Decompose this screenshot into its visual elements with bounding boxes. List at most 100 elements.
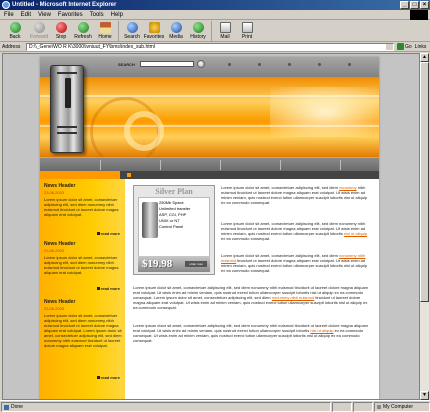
print-label: Print <box>241 34 253 40</box>
stop-button[interactable]: Stop <box>50 20 72 42</box>
window-title: Untitled - Microsoft Internet Explorer <box>12 2 117 8</box>
banner-glow <box>270 87 379 137</box>
site-search-label: SEARCH <box>118 62 135 67</box>
menu-favorites[interactable]: Favorites <box>58 12 83 18</box>
back-label: Back <box>9 34 21 40</box>
favorites-label: Favorites <box>143 34 165 40</box>
nav-separator <box>280 160 281 170</box>
maximize-button[interactable]: □ <box>410 1 419 9</box>
silver-plan-box: Silver Plan 250Mb Space Unlimited transf… <box>133 185 215 275</box>
refresh-icon <box>77 22 89 33</box>
browser-toolbar: Back Forward Stop Refresh Home Search Fa… <box>0 20 430 42</box>
window-controls: _ □ × <box>400 1 429 9</box>
media-button[interactable]: Media <box>165 20 187 42</box>
scroll-up-arrow-icon[interactable]: ▲ <box>420 53 429 62</box>
media-icon <box>170 22 182 33</box>
mail-label: Mail <box>220 34 230 40</box>
news-text: Lorem ipsum dolor sit amet, consectetuer… <box>44 255 119 275</box>
paragraph-text: ex ea commodo consequat. <box>221 236 271 241</box>
order-now-button[interactable]: order now <box>185 261 207 267</box>
window-title-bar[interactable]: Untitled - Microsoft Internet Explorer _… <box>0 0 430 10</box>
menu-edit[interactable]: Edit <box>21 12 31 18</box>
history-icon <box>192 22 204 33</box>
sub-bar-marker <box>127 173 131 177</box>
nav-dot[interactable] <box>288 63 291 66</box>
nav-dot[interactable] <box>318 63 321 66</box>
minimize-button[interactable]: _ <box>400 1 409 9</box>
windows-logo-icon <box>410 10 428 20</box>
nav-separator <box>340 160 341 170</box>
site-nav-bar <box>40 157 379 171</box>
status-cell <box>353 401 373 412</box>
read-more-link[interactable]: read more <box>97 231 120 236</box>
site-sub-bar <box>40 171 379 179</box>
read-more-link[interactable]: read more <box>97 375 120 380</box>
content-paragraph: Lorem ipsum dolor sit amet, consectetuer… <box>133 323 371 343</box>
internet-explorer-icon <box>2 1 10 9</box>
server-slot <box>57 132 77 134</box>
links-button[interactable]: Links <box>415 44 427 50</box>
search-button[interactable]: Search <box>121 20 143 42</box>
plan-feature: Control Panel <box>159 224 184 229</box>
paragraph-text: tincidunt ut laoreet dolore magna aliqua… <box>221 258 368 273</box>
site-search-input[interactable] <box>140 61 194 67</box>
news-item: News Header 23.06.2003 Lorem ipsum dolor… <box>44 183 122 236</box>
address-label: Address <box>2 43 21 50</box>
forward-button[interactable]: Forward <box>28 20 50 42</box>
nav-dot[interactable] <box>258 63 261 66</box>
plan-title: Silver Plan <box>155 187 193 196</box>
scroll-down-arrow-icon[interactable]: ▼ <box>420 391 429 400</box>
stop-label: Stop <box>55 34 67 40</box>
status-cell <box>332 401 352 412</box>
address-value: D:\\_Gene\WO R K\3000\ivniuut_FY\bms\ind… <box>29 43 155 50</box>
back-button[interactable]: Back <box>2 20 28 42</box>
plan-price-bar: $19.98 order now <box>138 256 210 272</box>
favorites-button[interactable]: Favorites <box>143 20 165 42</box>
nav-dot[interactable] <box>228 63 231 66</box>
sub-bar-highlight <box>40 171 120 179</box>
server-slot <box>57 126 77 128</box>
news-title: News Header <box>44 299 76 305</box>
back-arrow-icon <box>9 22 21 33</box>
forward-arrow-icon <box>33 22 45 33</box>
close-button[interactable]: × <box>420 1 429 9</box>
site-search-go-button[interactable] <box>197 60 205 68</box>
nav-dot[interactable] <box>348 63 351 66</box>
history-label: History <box>190 34 206 40</box>
vertical-scrollbar[interactable]: ▲ ▼ <box>420 53 429 400</box>
news-title: News Header <box>44 183 76 189</box>
history-button[interactable]: History <box>187 20 209 42</box>
address-input[interactable]: D:\\_Gene\WO R K\3000\ivniuut_FY\bms\ind… <box>26 42 394 51</box>
header-nav-dots <box>228 63 351 66</box>
mail-icon <box>219 22 231 33</box>
read-more-link[interactable]: read more <box>97 286 120 291</box>
plan-features: 250Mb Space Unlimited transfer ASP, CGI,… <box>159 200 190 230</box>
content-paragraph: Lorem ipsum dolor sit amet, consectetuer… <box>133 285 371 310</box>
scroll-thumb[interactable] <box>420 62 429 302</box>
menu-help[interactable]: Help <box>111 12 123 18</box>
news-title: News Header <box>44 241 76 247</box>
refresh-label: Refresh <box>74 34 92 40</box>
nav-separator <box>220 160 221 170</box>
inline-link[interactable]: nisl ut aliquip <box>344 231 367 236</box>
home-button[interactable]: Home <box>94 20 116 42</box>
menu-tools[interactable]: Tools <box>90 12 104 18</box>
news-date: 23.06.2003 <box>44 306 65 311</box>
address-dropdown-icon[interactable] <box>386 43 393 50</box>
home-label: Home <box>98 34 112 40</box>
search-icon <box>126 22 138 33</box>
site-header-top: SEARCH <box>40 57 379 77</box>
menu-view[interactable]: View <box>38 12 51 18</box>
home-icon <box>99 22 111 33</box>
print-button[interactable]: Print <box>236 20 258 42</box>
menu-file[interactable]: File <box>4 12 14 18</box>
news-sidebar: News Header 23.06.2003 Lorem ipsum dolor… <box>40 179 125 399</box>
refresh-button[interactable]: Refresh <box>72 20 94 42</box>
content-paragraph: Lorem ipsum dolor sit amet, consectetuer… <box>221 221 371 241</box>
go-button[interactable]: Go <box>397 43 412 50</box>
mail-button[interactable]: Mail <box>214 20 236 42</box>
site-banner <box>40 77 379 157</box>
go-arrow-icon <box>397 43 404 50</box>
print-icon <box>241 22 253 33</box>
content-paragraph: Lorem ipsum dolor sit amet, consectetuer… <box>221 253 371 273</box>
